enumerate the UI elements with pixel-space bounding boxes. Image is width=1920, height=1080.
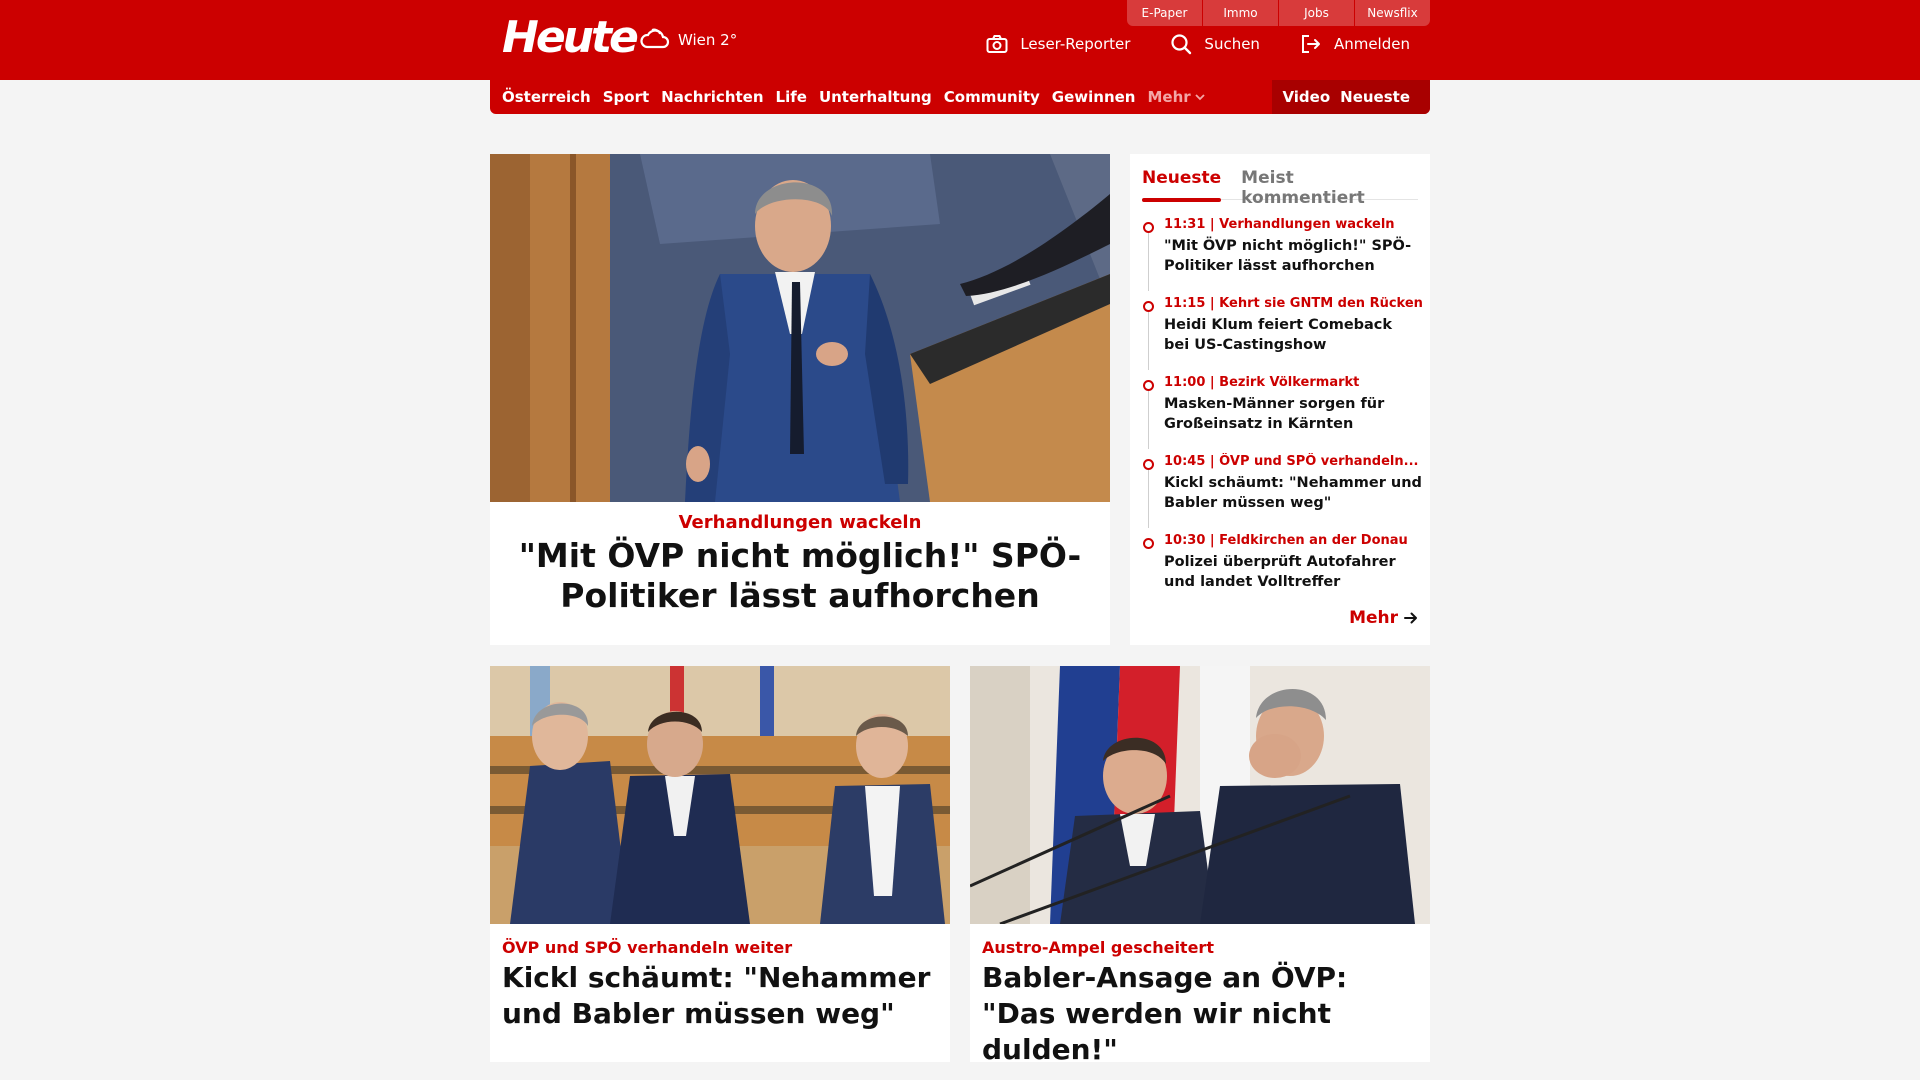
timeline-dot-icon	[1143, 538, 1154, 549]
nav-item-sport[interactable]: Sport	[603, 88, 649, 106]
article-card[interactable]: ÖVP und SPÖ verhandeln weiter Kickl schä…	[490, 666, 950, 1062]
leser-reporter-button[interactable]: Leser-Reporter	[986, 34, 1130, 54]
hero-kicker: Verhandlungen wackeln	[678, 512, 922, 533]
camera-icon	[986, 35, 1008, 53]
tab-meist-kommentiert[interactable]: Meist kommentiert	[1241, 162, 1398, 208]
arrow-right-icon	[1404, 612, 1417, 624]
nav-item-community[interactable]: Community	[944, 88, 1040, 106]
news-timeline: 11:31 | Verhandlungen wackeln "Mit ÖVP n…	[1142, 216, 1422, 611]
article-card-title[interactable]: Babler-Ansage an ÖVP: "Das werden wir ni…	[982, 960, 1418, 1068]
login-label: Anmelden	[1333, 35, 1410, 53]
service-tabs: E-Paper Immo Jobs Newsflix	[1126, 0, 1430, 26]
article-card-image[interactable]	[970, 666, 1430, 924]
card-photo-press-conference	[970, 666, 1430, 924]
timeline-dot-icon	[1143, 380, 1154, 391]
news-sidebar: Neueste Meist kommentiert 11:31 | Verhan…	[1130, 154, 1430, 645]
timeline-item[interactable]: 10:45 | ÖVP und SPÖ verhandeln... Kickl …	[1142, 453, 1422, 532]
timeline-title[interactable]: Kickl schäumt: "Nehammer und Babler müss…	[1164, 473, 1422, 513]
sidebar-more-link[interactable]: Mehr	[1349, 608, 1418, 628]
weather-widget[interactable]: Wien 2°	[638, 24, 737, 56]
chevron-down-icon	[1195, 94, 1205, 101]
leser-reporter-label: Leser-Reporter	[1020, 35, 1131, 53]
login-icon	[1301, 35, 1320, 53]
weather-cloud-icon	[640, 28, 670, 49]
main-nav: Österreich Sport Nachrichten Life Unterh…	[490, 80, 1430, 114]
site-header: Heute Wien 2° E-Paper Immo Jobs Newsflix…	[0, 0, 1920, 80]
timeline-title[interactable]: Polizei überprüft Autofahrer und landet …	[1164, 552, 1422, 592]
article-card-title[interactable]: Kickl schäumt: "Nehammer und Babler müss…	[502, 960, 938, 1032]
service-tab-newsflix[interactable]: Newsflix	[1355, 0, 1430, 26]
article-card-kicker: ÖVP und SPÖ verhandeln weiter	[502, 938, 793, 957]
timeline-dot-icon	[1143, 459, 1154, 470]
timeline-meta: 11:15 | Kehrt sie GNTM den Rücken?	[1164, 296, 1422, 311]
article-card[interactable]: Austro-Ampel gescheitert Babler-Ansage a…	[970, 666, 1430, 1066]
login-button[interactable]: Anmelden	[1300, 33, 1410, 55]
timeline-item[interactable]: 11:15 | Kehrt sie GNTM den Rücken? Heidi…	[1142, 295, 1422, 374]
nav-item-nachrichten[interactable]: Nachrichten	[661, 88, 763, 106]
nav-item-video[interactable]: Video	[1282, 88, 1330, 106]
timeline-item[interactable]: 11:00 | Bezirk Völkermarkt Masken-Männer…	[1142, 374, 1422, 453]
search-icon	[1171, 34, 1192, 55]
nav-item-life[interactable]: Life	[776, 88, 807, 106]
timeline-item[interactable]: 10:30 | Feldkirchen an der Donau Polizei…	[1142, 532, 1422, 611]
nav-more-label: Mehr	[1147, 88, 1191, 106]
service-tab-immo[interactable]: Immo	[1203, 0, 1278, 26]
nav-right-group: Video Neueste	[1272, 80, 1430, 114]
search-button[interactable]: Suchen	[1170, 33, 1260, 55]
nav-item-unterhaltung[interactable]: Unterhaltung	[819, 88, 932, 106]
nav-item-neueste[interactable]: Neueste	[1340, 88, 1410, 106]
article-card-image[interactable]	[490, 666, 950, 924]
timeline-dot-icon	[1143, 301, 1154, 312]
tab-neueste[interactable]: Neueste	[1142, 162, 1222, 202]
sidebar-more-label: Mehr	[1349, 608, 1398, 628]
nav-more-dropdown[interactable]: Mehr	[1147, 88, 1205, 106]
timeline-meta: 11:31 | Verhandlungen wackeln	[1164, 217, 1395, 232]
hero-article[interactable]: Verhandlungen wackeln "Mit ÖVP nicht mög…	[490, 154, 1110, 645]
timeline-title[interactable]: "Mit ÖVP nicht möglich!" SPÖ-Politiker l…	[1164, 236, 1422, 276]
hero-title[interactable]: "Mit ÖVP nicht möglich!" SPÖ-Politiker l…	[502, 536, 1098, 616]
service-tab-epaper[interactable]: E-Paper	[1127, 0, 1202, 26]
nav-item-oesterreich[interactable]: Österreich	[502, 88, 591, 106]
sidebar-tabs: Neueste Meist kommentiert	[1142, 162, 1418, 208]
timeline-title[interactable]: Heidi Klum feiert Comeback bei US-Castin…	[1164, 315, 1422, 355]
timeline-meta: 10:30 | Feldkirchen an der Donau	[1164, 533, 1408, 548]
timeline-dot-icon	[1143, 222, 1154, 233]
service-tab-jobs[interactable]: Jobs	[1279, 0, 1354, 26]
timeline-meta: 11:00 | Bezirk Völkermarkt	[1164, 375, 1360, 390]
hero-photo	[490, 154, 1110, 502]
timeline-item[interactable]: 11:31 | Verhandlungen wackeln "Mit ÖVP n…	[1142, 216, 1422, 295]
hero-image[interactable]	[490, 154, 1110, 502]
timeline-title[interactable]: Masken-Männer sorgen für Großeinsatz in …	[1164, 394, 1422, 434]
header-inner: Heute Wien 2° E-Paper Immo Jobs Newsflix…	[490, 0, 1430, 80]
timeline-meta: 10:45 | ÖVP und SPÖ verhandeln...	[1164, 454, 1419, 469]
site-logo[interactable]: Heute	[502, 10, 639, 66]
header-actions: Leser-Reporter Suchen Anmelden	[946, 33, 1410, 55]
card-photo-politicians	[490, 666, 950, 924]
search-label: Suchen	[1204, 35, 1260, 53]
nav-item-gewinnen[interactable]: Gewinnen	[1052, 88, 1136, 106]
weather-text: Wien 2°	[678, 31, 738, 49]
article-card-kicker: Austro-Ampel gescheitert	[982, 938, 1214, 957]
